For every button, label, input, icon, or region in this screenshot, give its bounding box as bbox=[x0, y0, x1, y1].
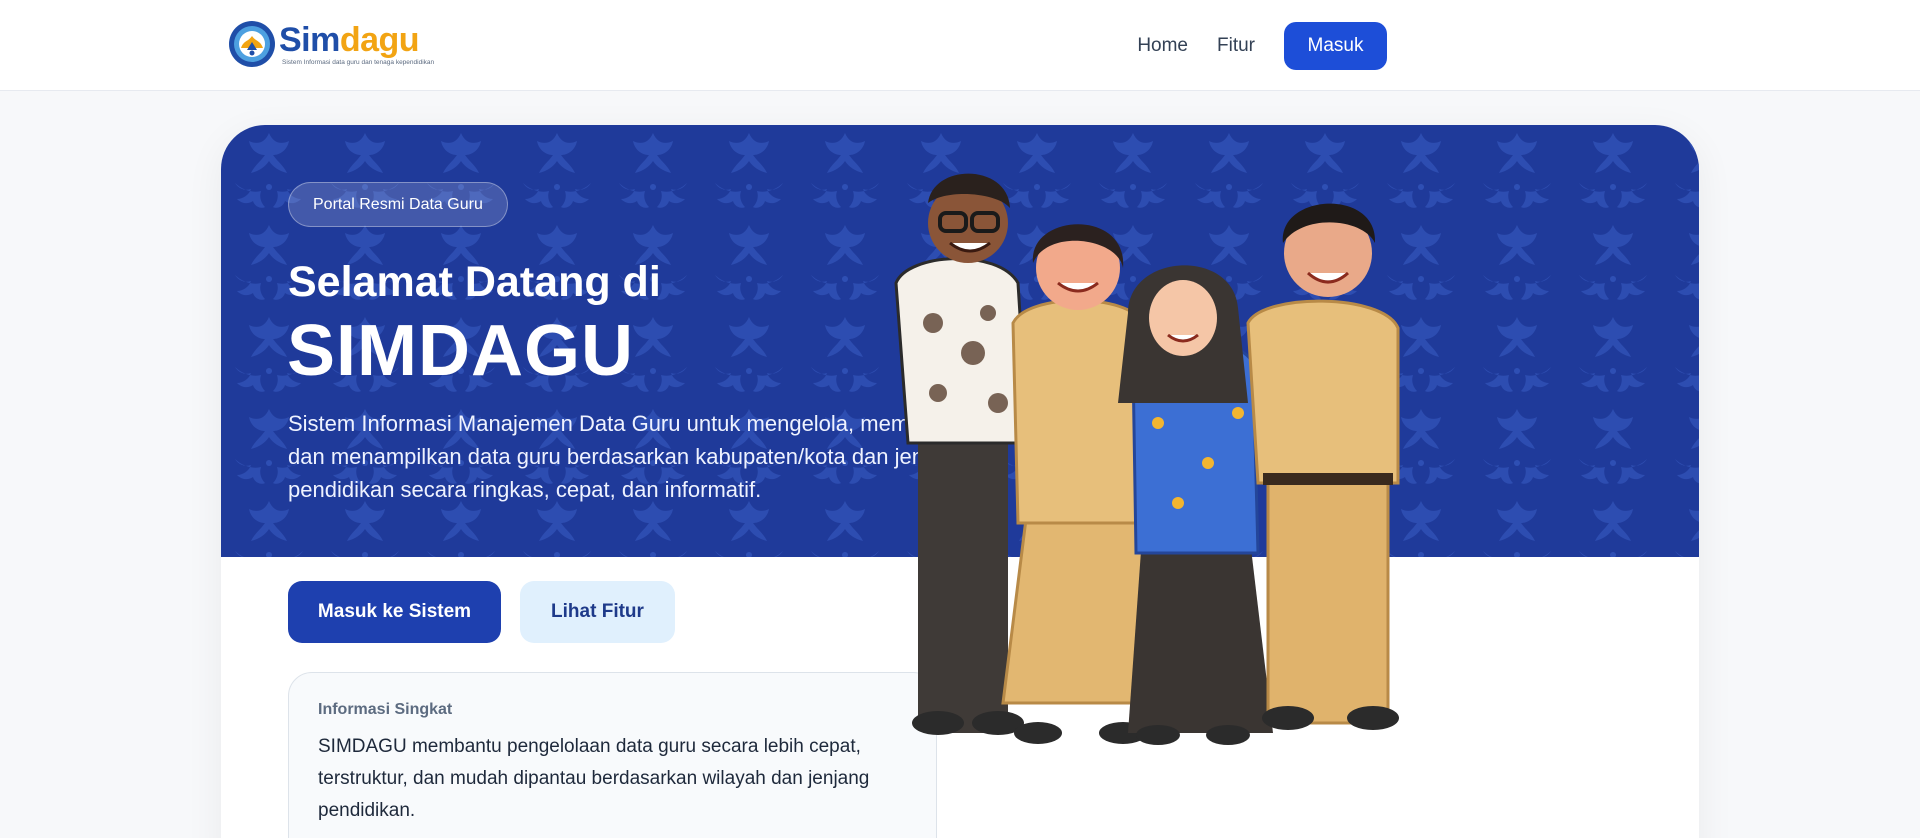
logo-wordmark: Simdagu bbox=[279, 19, 420, 61]
logo-word-accent: dagu bbox=[339, 21, 420, 59]
logo-tagline: Sistem Informasi data guru dan tenaga ke… bbox=[282, 59, 435, 66]
info-card-title: Informasi Singkat bbox=[318, 701, 453, 718]
login-button[interactable]: Masuk bbox=[1284, 22, 1387, 70]
view-features-button[interactable]: Lihat Fitur bbox=[520, 581, 675, 643]
teachers-group-illustration bbox=[894, 173, 1400, 745]
brand-logo[interactable]: Simdagu Sistem Informasi data guru dan t… bbox=[228, 19, 434, 71]
nav-fitur-link[interactable]: Fitur bbox=[1217, 35, 1255, 57]
info-card: Informasi Singkat SIMDAGU membantu penge… bbox=[288, 672, 937, 838]
tut-wuri-handayani-emblem-icon bbox=[229, 21, 275, 67]
enter-system-button[interactable]: Masuk ke Sistem bbox=[288, 581, 501, 643]
hero-brand-title: SIMDAGU bbox=[287, 311, 634, 391]
nav-home-link[interactable]: Home bbox=[1137, 35, 1188, 57]
hero-title: Selamat Datang di bbox=[288, 258, 661, 306]
portal-badge: Portal Resmi Data Guru bbox=[288, 182, 508, 227]
info-card-text: SIMDAGU membantu pengelolaan data guru s… bbox=[318, 736, 870, 821]
hero-actions: Masuk ke Sistem Lihat Fitur bbox=[288, 581, 675, 643]
main-nav: Home Fitur Masuk bbox=[1137, 22, 1387, 70]
top-navbar: Simdagu Sistem Informasi data guru dan t… bbox=[0, 0, 1920, 91]
teacher-khaki-man-figure bbox=[1246, 203, 1400, 730]
logo-word-primary: Sim bbox=[279, 21, 340, 59]
